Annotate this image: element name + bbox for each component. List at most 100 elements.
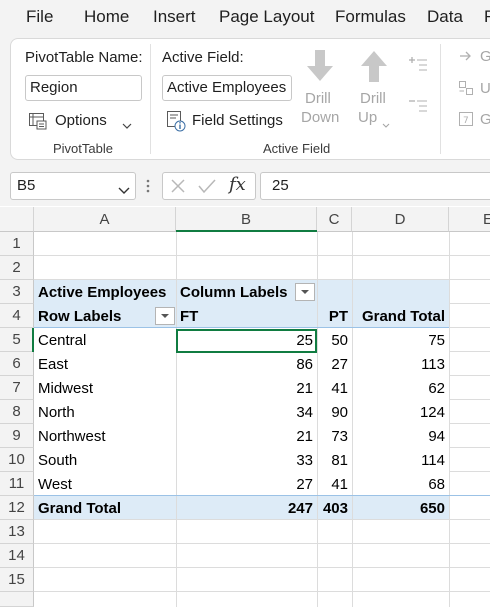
row-header-9[interactable]: 9 [0, 424, 34, 448]
row-header-6[interactable]: 6 [0, 352, 34, 376]
gridline [449, 303, 490, 304]
field-settings-button[interactable]: Field Settings [166, 108, 286, 134]
row-labels-filter-button[interactable] [155, 307, 175, 325]
pivot-row-label[interactable]: Central [34, 329, 176, 353]
pivot-cell-ft[interactable]: 86 [176, 353, 317, 377]
row-header-1[interactable]: 1 [0, 232, 34, 256]
row-header-5[interactable]: 5 [0, 328, 34, 352]
ungroup-label[interactable]: U [480, 80, 490, 97]
pivot-cell-ft[interactable]: 21 [176, 377, 317, 401]
pivot-grand-total-total[interactable]: 650 [352, 497, 449, 521]
group-selection-icon[interactable] [458, 48, 474, 69]
row-header-3[interactable]: 3 [0, 280, 34, 304]
row-header-8[interactable]: 8 [0, 400, 34, 424]
formula-input[interactable]: 25 [260, 172, 490, 200]
pivot-cell-total[interactable]: 62 [352, 377, 449, 401]
pivot-row-label[interactable]: North [34, 401, 176, 425]
spreadsheet-grid[interactable]: A B C D E 1 2 3 4 5 6 7 8 9 10 11 12 13 … [0, 207, 490, 607]
row-header-10[interactable]: 10 [0, 448, 34, 472]
pivot-row-label[interactable]: South [34, 449, 176, 473]
menu-next-partial[interactable]: R [484, 7, 490, 27]
menu-formulas[interactable]: Formulas [335, 7, 406, 27]
pivot-cell-pt[interactable]: 41 [317, 377, 352, 401]
enter-icon[interactable] [197, 177, 217, 200]
ungroup-icon[interactable] [458, 80, 474, 101]
group-field-label[interactable]: G [480, 111, 490, 128]
group-selection-label[interactable]: G [480, 48, 490, 65]
pivot-col-header-ft[interactable]: FT [176, 305, 317, 329]
drill-down-label-line1: Drill [305, 90, 331, 107]
gridline [449, 447, 490, 448]
gridline [449, 399, 490, 400]
column-header-a[interactable]: A [34, 207, 176, 232]
pivot-row-label[interactable]: West [34, 473, 176, 497]
active-field-input[interactable]: Active Employees [162, 75, 292, 101]
pivot-cell-pt[interactable]: 73 [317, 425, 352, 449]
pivot-cell-ft[interactable]: 34 [176, 401, 317, 425]
gridline [34, 567, 490, 568]
chevron-down-icon[interactable] [118, 182, 130, 200]
row-header-12[interactable]: 12 [0, 496, 34, 520]
pivot-row-label[interactable]: East [34, 353, 176, 377]
pivot-grand-total-ft[interactable]: 247 [176, 497, 317, 521]
cancel-icon[interactable] [169, 177, 187, 200]
pivot-grand-total-label[interactable]: Grand Total [34, 497, 176, 521]
arrow-down-icon [304, 48, 336, 89]
menu-file[interactable]: File [26, 7, 53, 27]
row-header-11[interactable]: 11 [0, 472, 34, 496]
collapse-field-icon[interactable] [407, 96, 429, 121]
pivot-cell-ft[interactable]: 33 [176, 449, 317, 473]
insert-function-button[interactable]: fx [229, 174, 246, 195]
pivot-values-header[interactable]: Active Employees [34, 281, 176, 305]
menu-data[interactable]: Data [427, 7, 463, 27]
pivot-cell-total[interactable]: 113 [352, 353, 449, 377]
group-field-icon[interactable]: 7 [458, 111, 474, 132]
pivot-col-header-grand-total[interactable]: Grand Total [352, 305, 449, 329]
selected-cell-b5[interactable]: 25 [176, 329, 317, 353]
column-header-e[interactable]: E [449, 207, 490, 232]
column-labels-filter-button[interactable] [295, 283, 315, 301]
drill-down-button[interactable]: Drill Down [298, 46, 342, 130]
gridline [34, 591, 490, 592]
row-header-16[interactable] [0, 592, 34, 607]
pivot-cell-total[interactable]: 75 [352, 329, 449, 353]
pivot-grand-total-pt[interactable]: 403 [317, 497, 352, 521]
pivot-cell-total[interactable]: 114 [352, 449, 449, 473]
gridline [449, 232, 450, 607]
row-header-2[interactable]: 2 [0, 256, 34, 280]
row-header-15[interactable]: 15 [0, 568, 34, 592]
gridline [34, 255, 490, 256]
pivot-row-label[interactable]: Northwest [34, 425, 176, 449]
pivot-cell-ft[interactable]: 21 [176, 425, 317, 449]
row-header-14[interactable]: 14 [0, 544, 34, 568]
pivot-cell-pt[interactable]: 41 [317, 473, 352, 497]
menu-home[interactable]: Home [84, 7, 129, 27]
row-header-13[interactable]: 13 [0, 520, 34, 544]
row-header-7[interactable]: 7 [0, 376, 34, 400]
pivot-cell-total[interactable]: 94 [352, 425, 449, 449]
menu-page-layout[interactable]: Page Layout [219, 7, 314, 27]
pivot-row-label[interactable]: Midwest [34, 377, 176, 401]
select-all-corner[interactable] [0, 207, 34, 232]
row-header-4[interactable]: 4 [0, 304, 34, 328]
pivot-cell-ft[interactable]: 27 [176, 473, 317, 497]
pivot-cell-total[interactable]: 124 [352, 401, 449, 425]
column-header-d[interactable]: D [352, 207, 449, 232]
pivot-cell-pt[interactable]: 50 [317, 329, 352, 353]
pivot-cell-pt[interactable]: 90 [317, 401, 352, 425]
pivot-cell-total[interactable]: 68 [352, 473, 449, 497]
name-box[interactable]: B5 [10, 172, 136, 200]
column-header-c[interactable]: C [317, 207, 352, 232]
pivot-col-header-pt[interactable]: PT [317, 305, 352, 329]
column-header-b[interactable]: B [176, 207, 317, 232]
drill-up-button[interactable]: Drill Up [352, 46, 396, 130]
options-button[interactable]: Options [28, 108, 138, 134]
formula-value: 25 [272, 177, 289, 194]
field-settings-icon [166, 110, 186, 137]
more-options-icon[interactable] [146, 178, 150, 199]
menu-insert[interactable]: Insert [153, 7, 196, 27]
expand-field-icon[interactable] [407, 55, 429, 80]
pivottable-name-input[interactable]: Region [25, 75, 142, 101]
pivot-cell-pt[interactable]: 81 [317, 449, 352, 473]
pivot-cell-pt[interactable]: 27 [317, 353, 352, 377]
